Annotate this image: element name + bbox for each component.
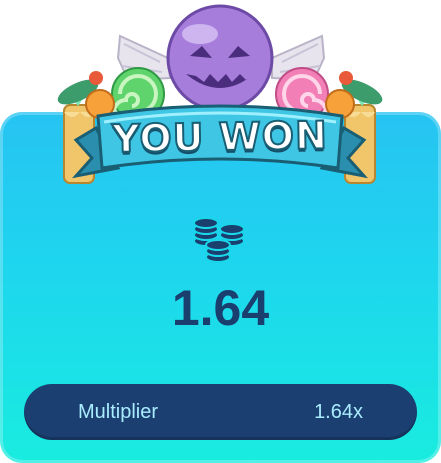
win-amount: 1.64 (171, 280, 270, 336)
banner-artwork (57, 4, 383, 184)
purple-pumpkin-candy-icon (166, 4, 274, 112)
multiplier-value: 1.64x (314, 401, 363, 423)
multiplier-bar: Multiplier 1.64x (24, 384, 417, 440)
you-won-title: YOU WON (111, 112, 329, 162)
coin-stack-icon (193, 217, 245, 263)
win-popup: YOU WON 1.64 Multiplier 1.64x (0, 0, 441, 463)
multiplier-label: Multiplier (78, 401, 159, 423)
